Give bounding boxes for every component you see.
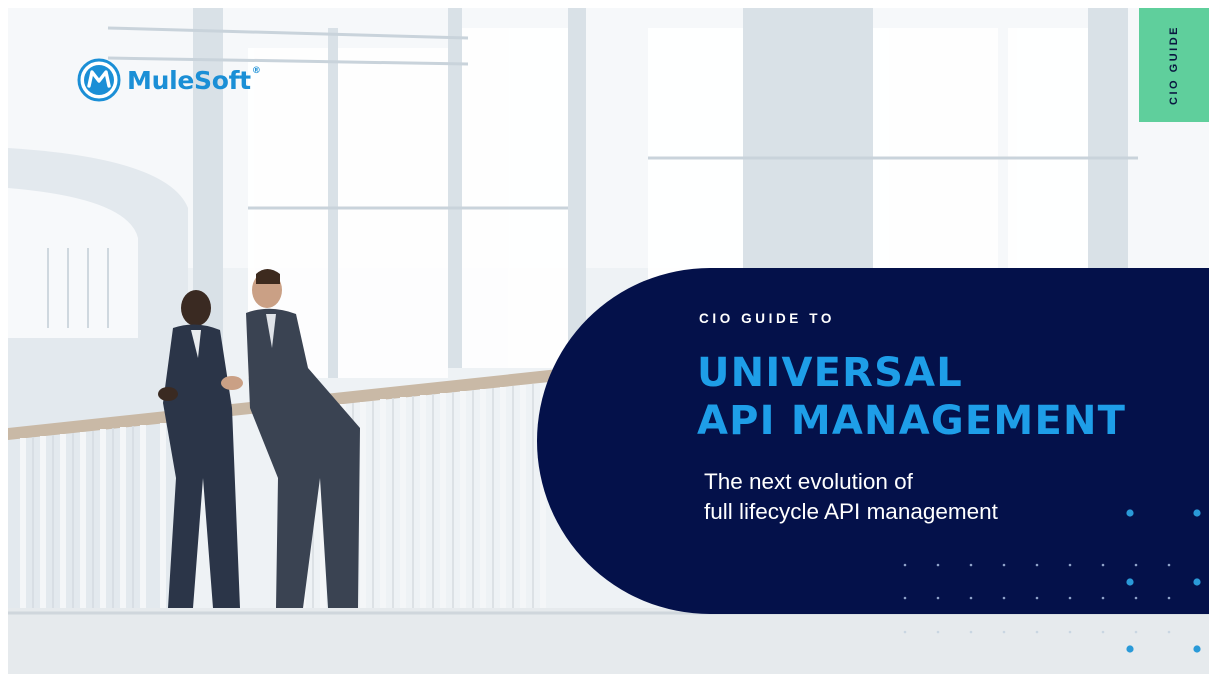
headline-line-2: API MANAGEMENT — [697, 398, 1127, 444]
registered-mark: ® — [251, 65, 261, 76]
eyebrow-text: CIO GUIDE TO — [699, 311, 835, 326]
guide-tab-label: CIO GUIDE — [1168, 25, 1180, 105]
subheadline-line-2: full lifecycle API management — [704, 499, 998, 524]
brand-name: MuleSoft® — [127, 65, 261, 95]
guide-tab: CIO GUIDE — [1139, 8, 1209, 122]
subheadline: The next evolution of full lifecycle API… — [704, 467, 998, 527]
headline-line-1: UNIVERSAL — [697, 350, 963, 396]
headline: UNIVERSAL API MANAGEMENT — [697, 349, 1126, 445]
mulesoft-logo[interactable]: MuleSoft® — [77, 58, 261, 102]
cover-page: MuleSoft® CIO GUIDE CIO GUIDE TO UNIVERS… — [0, 0, 1209, 674]
mulesoft-logo-icon — [77, 58, 121, 102]
subheadline-line-1: The next evolution of — [704, 469, 913, 494]
